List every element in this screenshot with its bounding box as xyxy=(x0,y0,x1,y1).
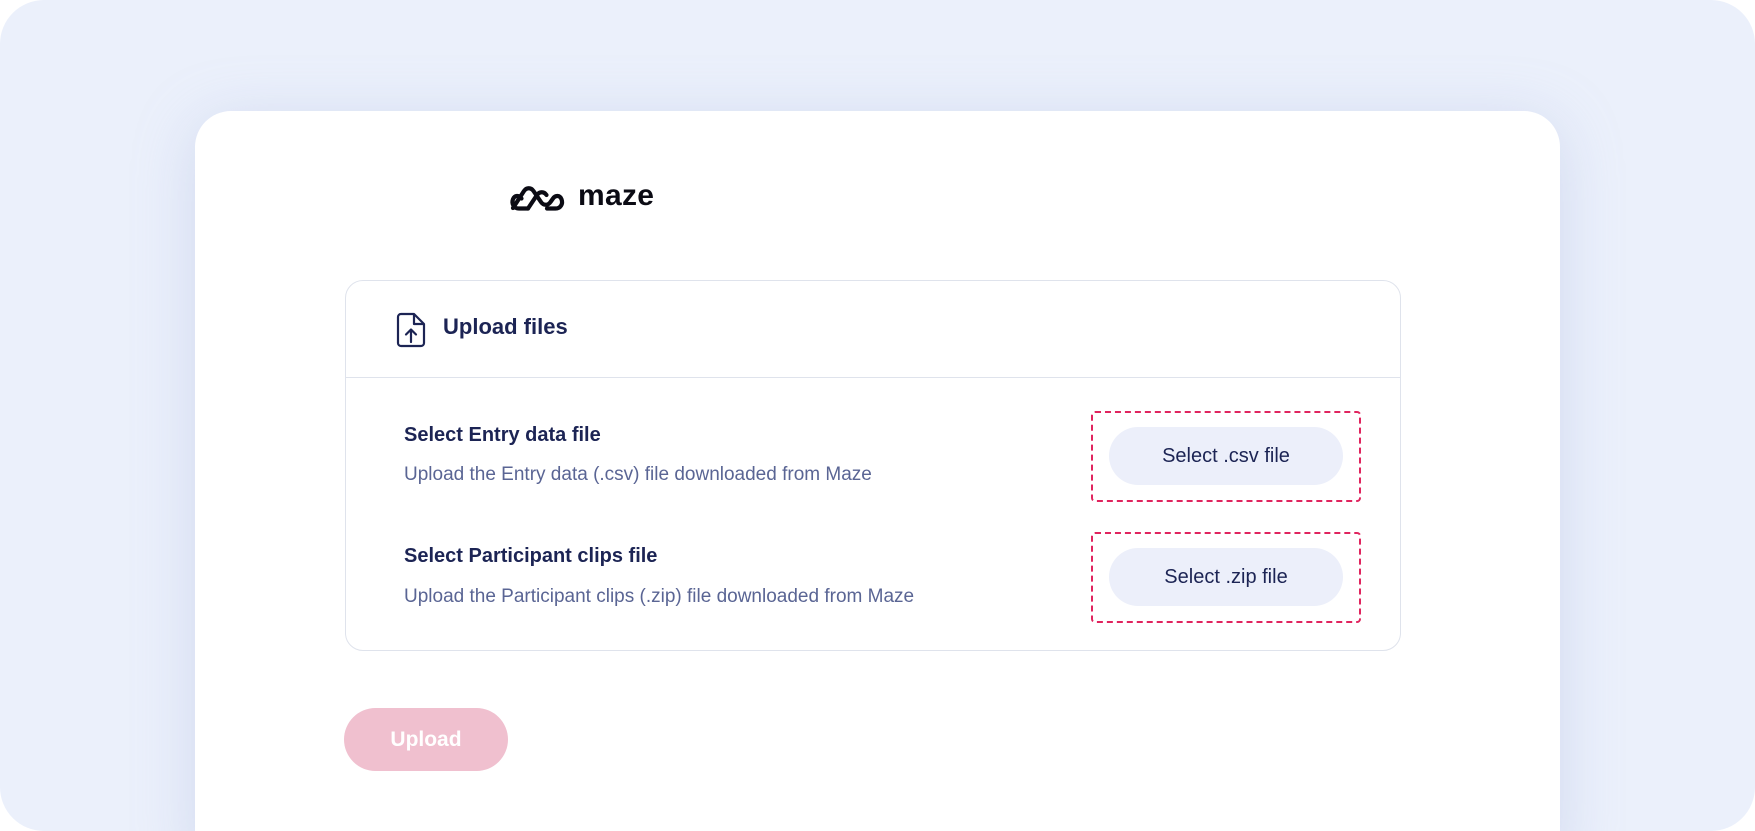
upload-button[interactable]: Upload xyxy=(344,708,508,771)
panel-title: Upload files xyxy=(443,314,568,339)
select-zip-button[interactable]: Select .zip file xyxy=(1109,548,1343,606)
zip-dropzone[interactable]: Select .zip file xyxy=(1091,532,1361,623)
page-backdrop: maze Upload files Select Entry data file… xyxy=(0,0,1755,831)
file-upload-icon xyxy=(396,312,426,348)
participant-clips-description: Upload the Participant clips (.zip) file… xyxy=(404,586,915,607)
entry-data-title: Select Entry data file xyxy=(404,424,601,446)
panel-header: Upload files xyxy=(346,281,1400,378)
maze-logo: maze xyxy=(508,178,654,218)
csv-dropzone[interactable]: Select .csv file xyxy=(1091,411,1361,502)
maze-logo-icon xyxy=(510,186,565,211)
upload-files-panel: Upload files Select Entry data file Uplo… xyxy=(345,280,1401,651)
entry-data-description: Upload the Entry data (.csv) file downlo… xyxy=(404,464,872,485)
brand-name: maze xyxy=(578,179,655,212)
participant-clips-title: Select Participant clips file xyxy=(404,545,658,567)
select-csv-button[interactable]: Select .csv file xyxy=(1109,427,1343,485)
